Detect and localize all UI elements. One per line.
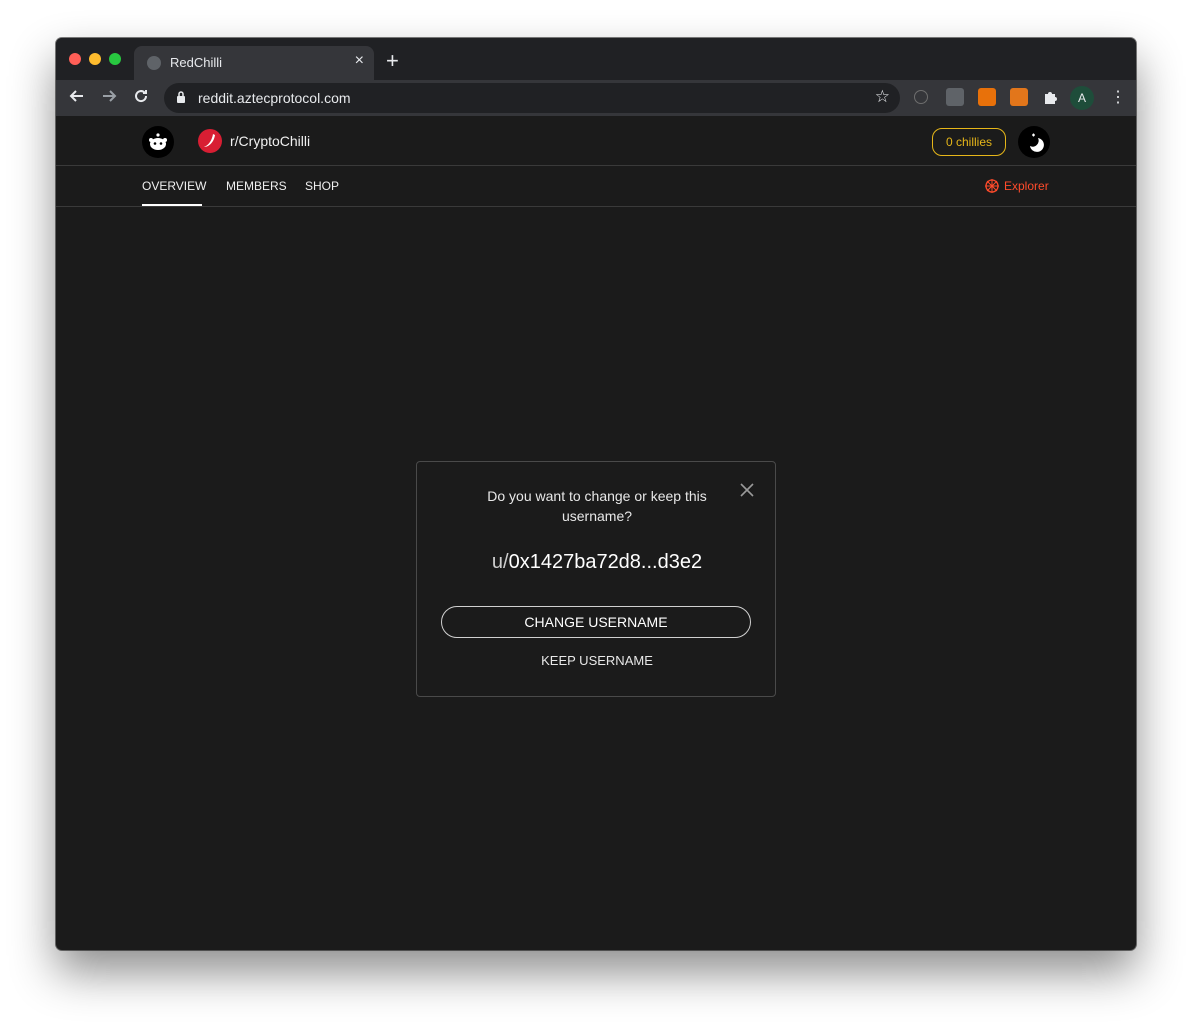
puzzle-extensions-icon[interactable] — [1042, 88, 1060, 106]
metamask-icon[interactable] — [1010, 88, 1028, 106]
url-text: reddit.aztecprotocol.com — [198, 90, 351, 106]
modal-question: Do you want to change or keep this usern… — [487, 488, 707, 524]
back-button[interactable] — [64, 85, 90, 111]
tab-shop[interactable]: SHOP — [305, 179, 339, 193]
new-tab-button[interactable]: + — [386, 48, 399, 74]
bookmark-star-icon[interactable]: ☆ — [875, 87, 890, 107]
tab-close-icon[interactable]: × — [355, 52, 364, 70]
moon-icon — [1030, 133, 1044, 152]
theme-toggle-button[interactable] — [1018, 126, 1050, 158]
username-prefix: u/ — [491, 551, 509, 573]
address-bar[interactable]: reddit.aztecprotocol.com ☆ — [164, 83, 900, 113]
forward-button[interactable] — [96, 85, 122, 111]
reddit-logo-icon[interactable] — [142, 126, 174, 158]
ublock-extension-icon[interactable] — [946, 88, 964, 106]
browser-window: RedChilli × + reddit.aztecprotocol.com ☆… — [56, 38, 1136, 950]
browser-tab[interactable]: RedChilli × — [134, 46, 374, 80]
username-value: 0x1427ba72d8...d3e2 — [508, 551, 703, 573]
arrow-right-icon — [103, 90, 117, 102]
chili-logo-icon — [198, 129, 222, 153]
browser-toolbar: reddit.aztecprotocol.com ☆ A ⋮ — [56, 80, 1136, 116]
close-window-button[interactable] — [69, 53, 81, 65]
browser-menu-icon[interactable]: ⋮ — [1110, 87, 1126, 107]
arrow-left-icon — [69, 90, 83, 102]
change-username-button[interactable]: CHANGE USERNAME — [441, 606, 751, 638]
globe-icon — [147, 56, 161, 70]
maximize-window-button[interactable] — [109, 53, 121, 65]
minimize-window-button[interactable] — [89, 53, 101, 65]
tab-strip: RedChilli × + — [56, 38, 1136, 80]
app-header: r/CryptoChilli 0 chillies — [56, 116, 1136, 166]
tab-title: RedChilli — [170, 55, 223, 70]
username-display: u/0x1427ba72d8...d3e2 — [417, 551, 777, 574]
profile-avatar[interactable]: A — [1070, 86, 1094, 110]
tab-overview[interactable]: OVERVIEW — [142, 179, 206, 193]
explorer-link[interactable]: Explorer — [1004, 179, 1049, 193]
lock-icon — [177, 91, 185, 103]
reload-icon — [135, 90, 148, 103]
username-modal: Do you want to change or keep this usern… — [416, 461, 776, 697]
extension-icon[interactable] — [978, 88, 996, 106]
explorer-icon — [985, 179, 999, 193]
info-extension-icon[interactable] — [914, 90, 928, 104]
main-nav: OVERVIEW MEMBERS SHOP Explorer — [56, 167, 1136, 207]
keep-username-button[interactable]: KEEP USERNAME — [417, 653, 777, 668]
close-icon[interactable] — [739, 482, 755, 498]
subreddit-name[interactable]: r/CryptoChilli — [230, 133, 310, 149]
reload-button[interactable] — [128, 85, 154, 111]
active-tab-indicator — [142, 204, 202, 206]
tab-members[interactable]: MEMBERS — [226, 179, 287, 193]
chillies-balance-button[interactable]: 0 chillies — [932, 128, 1006, 156]
